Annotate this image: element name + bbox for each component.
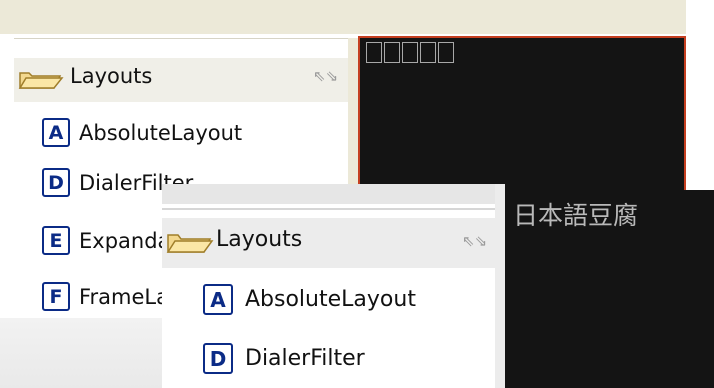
collapse-arrows-icon[interactable]: ⇖⇘	[462, 232, 487, 250]
tofu-glyph	[384, 42, 400, 63]
front-section-title[interactable]: Layouts	[216, 227, 302, 252]
class-badge-icon: A	[203, 284, 233, 315]
collapse-arrows-icon[interactable]: ⇖⇘	[313, 67, 338, 85]
class-badge-icon: D	[42, 168, 70, 197]
front-palette-item[interactable]: A AbsoluteLayout	[203, 284, 416, 315]
front-splitter[interactable]	[495, 184, 505, 388]
front-preview-text: 日本語豆腐	[513, 201, 639, 230]
back-toolbar-strip	[0, 0, 686, 34]
tofu-glyph	[402, 42, 418, 63]
back-section-title[interactable]: Layouts	[70, 64, 152, 88]
front-palette-item[interactable]: D DialerFilter	[203, 343, 365, 374]
front-toolbar-strip	[162, 184, 505, 204]
palette-item-label: AbsoluteLayout	[79, 120, 243, 145]
back-palette-header[interactable]	[14, 58, 348, 102]
class-badge-icon: D	[203, 343, 233, 374]
tofu-glyph	[438, 42, 454, 63]
palette-item-label: DialerFilter	[245, 346, 365, 371]
folder-open-icon	[166, 234, 214, 253]
class-badge-icon: E	[42, 226, 70, 255]
back-divider	[14, 38, 348, 39]
back-palette-item[interactable]: A AbsoluteLayout	[42, 118, 242, 147]
folder-open-icon	[18, 72, 64, 89]
palette-item-label: AbsoluteLayout	[245, 287, 416, 312]
front-divider	[162, 208, 495, 210]
class-badge-icon: A	[42, 118, 70, 147]
back-tofu-text	[366, 42, 454, 63]
class-badge-icon: F	[42, 282, 70, 311]
tofu-glyph	[420, 42, 436, 63]
tofu-glyph	[366, 42, 382, 63]
back-panel-fade	[0, 318, 162, 388]
